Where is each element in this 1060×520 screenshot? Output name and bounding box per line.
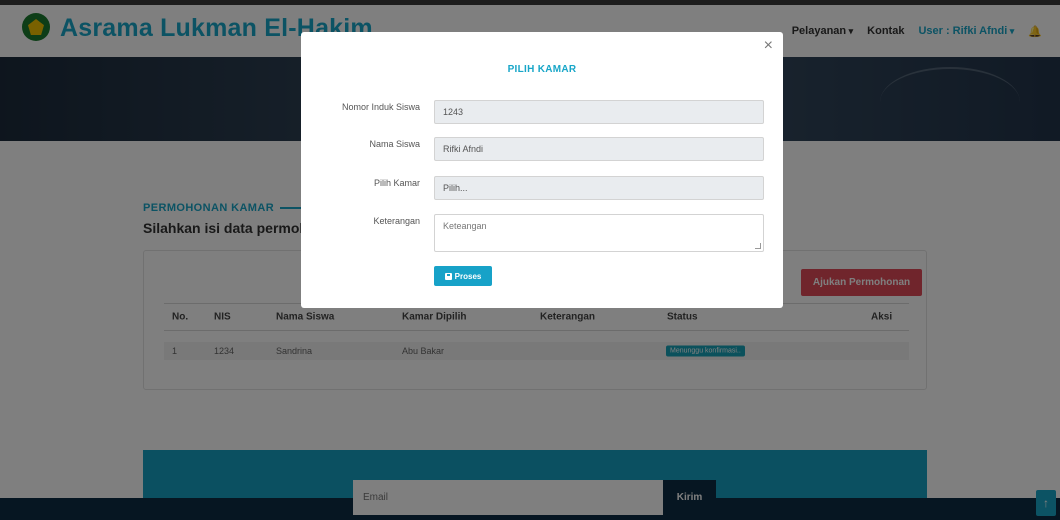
nis-label: Nomor Induk Siswa <box>341 102 420 112</box>
nama-label: Nama Siswa <box>369 139 420 149</box>
nama-field[interactable]: Rifki Afndi <box>434 137 764 161</box>
kamar-select[interactable]: Pilih... <box>434 176 764 200</box>
proses-button[interactable]: Proses <box>434 266 492 286</box>
kamar-label: Pilih Kamar <box>373 178 420 188</box>
pilih-kamar-modal: × PILIH KAMAR Nomor Induk Siswa 1243 Nam… <box>301 32 783 308</box>
modal-title: PILIH KAMAR <box>507 64 577 75</box>
resize-handle-icon[interactable] <box>755 243 761 249</box>
close-icon[interactable]: × <box>764 38 773 54</box>
keterangan-textarea[interactable]: Keteangan <box>434 214 764 252</box>
floppy-save-icon <box>444 272 452 280</box>
nis-field[interactable]: 1243 <box>434 100 764 124</box>
proses-label: Proses <box>454 271 482 281</box>
keterangan-label: Keterangan <box>373 216 420 226</box>
keterangan-placeholder: Keteangan <box>443 221 487 231</box>
